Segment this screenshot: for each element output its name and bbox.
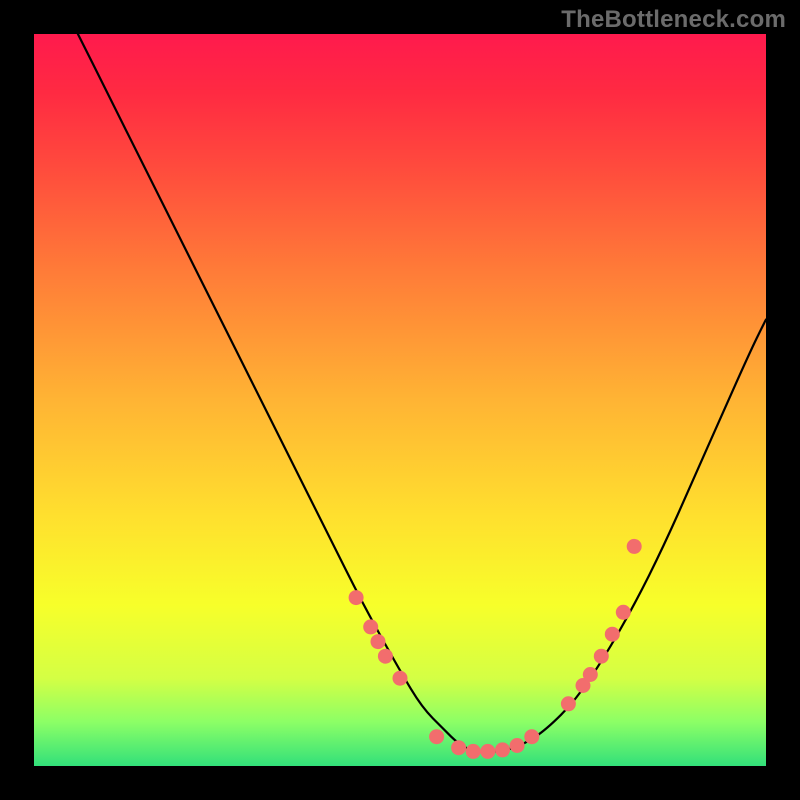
data-point <box>495 742 510 757</box>
data-point <box>429 729 444 744</box>
data-point <box>363 619 378 634</box>
data-point <box>561 696 576 711</box>
data-point <box>466 744 481 759</box>
data-point <box>371 634 386 649</box>
data-point <box>627 539 642 554</box>
plot-area <box>34 34 766 766</box>
data-point <box>605 627 620 642</box>
data-point <box>510 738 525 753</box>
data-point <box>480 744 495 759</box>
data-point <box>349 590 364 605</box>
chart-svg <box>34 34 766 766</box>
data-point <box>451 740 466 755</box>
data-point <box>524 729 539 744</box>
data-point <box>393 671 408 686</box>
data-point <box>583 667 598 682</box>
data-point <box>594 649 609 664</box>
data-point <box>378 649 393 664</box>
bottleneck-curve <box>78 34 766 751</box>
data-points-group <box>349 539 642 759</box>
data-point <box>616 605 631 620</box>
chart-frame: TheBottleneck.com <box>0 0 800 800</box>
watermark-text: TheBottleneck.com <box>561 6 786 34</box>
